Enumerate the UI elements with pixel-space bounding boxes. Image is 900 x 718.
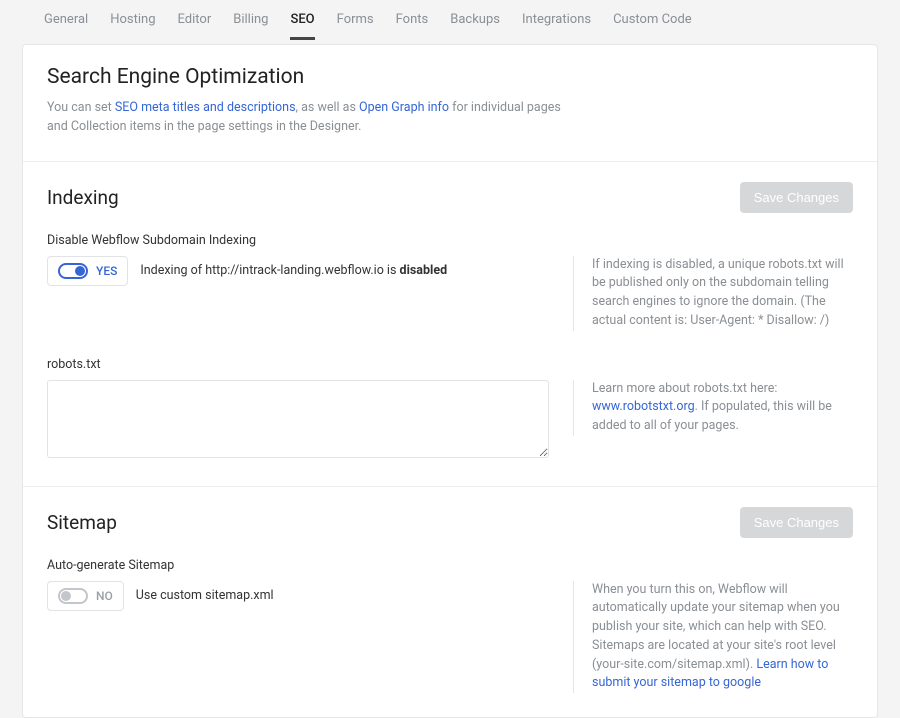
tab-seo[interactable]: SEO [290,12,314,40]
tab-billing[interactable]: Billing [233,12,268,40]
disable-subdomain-label: Disable Webflow Subdomain Indexing [47,233,853,248]
indexing-status: Indexing of http://intrack-landing.webfl… [140,263,447,278]
disable-indexing-toggle-box: YES [47,256,128,286]
auto-sitemap-toggle[interactable] [58,588,88,604]
toggle-state-text: YES [96,264,117,278]
robotstxt-link[interactable]: www.robotstxt.org [592,399,695,414]
sitemap-section: Sitemap Save Changes Auto-generate Sitem… [23,487,877,718]
robots-textarea[interactable] [47,380,549,458]
sitemap-title: Sitemap [47,511,117,534]
robots-label: robots.txt [47,357,853,372]
toggle-knob-icon [61,591,71,601]
indexing-title: Indexing [47,186,119,209]
settings-panel: Search Engine Optimization You can set S… [22,44,878,718]
seo-meta-link[interactable]: SEO meta titles and descriptions [115,100,296,115]
sitemap-save-button[interactable]: Save Changes [740,507,853,538]
indexing-help-text: If indexing is disabled, a unique robots… [573,256,853,331]
tab-forms[interactable]: Forms [337,12,374,40]
tab-integrations[interactable]: Integrations [522,12,591,40]
tab-general[interactable]: General [44,12,88,40]
tab-custom-code[interactable]: Custom Code [613,12,692,40]
settings-tabs: General Hosting Editor Billing SEO Forms… [0,0,900,40]
seo-description: You can set SEO meta titles and descript… [47,99,567,137]
toggle-knob-icon [75,266,85,276]
custom-sitemap-text: Use custom sitemap.xml [136,588,274,603]
tab-backups[interactable]: Backups [450,12,500,40]
auto-sitemap-label: Auto-generate Sitemap [47,558,853,573]
indexing-save-button[interactable]: Save Changes [740,182,853,213]
sitemap-help-text: When you turn this on, Webflow will auto… [573,581,853,694]
sitemap-toggle-state-text: NO [96,589,113,603]
opengraph-link[interactable]: Open Graph info [359,100,449,115]
seo-header-section: Search Engine Optimization You can set S… [23,45,877,162]
disable-indexing-toggle[interactable] [58,263,88,279]
indexing-section: Indexing Save Changes Disable Webflow Su… [23,162,877,487]
robots-help-text: Learn more about robots.txt here: www.ro… [573,380,853,436]
page-title: Search Engine Optimization [47,65,853,89]
tab-hosting[interactable]: Hosting [110,12,155,40]
tab-fonts[interactable]: Fonts [396,12,429,40]
tab-editor[interactable]: Editor [178,12,212,40]
auto-sitemap-toggle-box: NO [47,581,124,611]
